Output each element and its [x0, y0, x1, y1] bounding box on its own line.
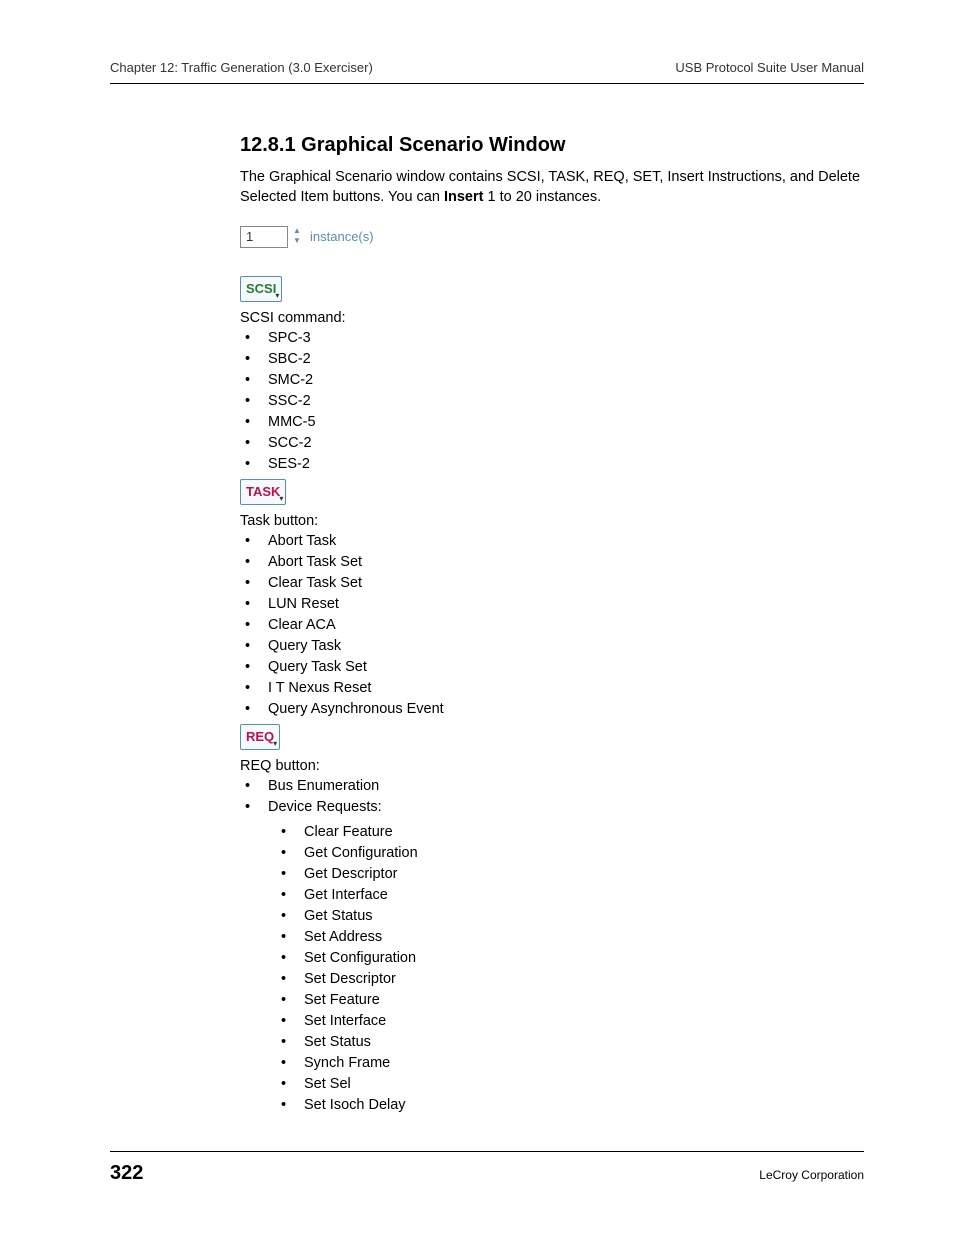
req-list: Bus Enumeration Device Requests:	[240, 776, 864, 818]
list-item: Get Descriptor	[276, 864, 864, 885]
list-item: Device Requests:	[240, 797, 864, 818]
list-item: Clear Task Set	[240, 573, 864, 594]
instance-spinner[interactable]: ▲ ▼	[290, 227, 304, 247]
task-list: Abort Task Abort Task Set Clear Task Set…	[240, 531, 864, 720]
scsi-list: SPC-3 SBC-2 SMC-2 SSC-2 MMC-5 SCC-2 SES-…	[240, 328, 864, 475]
intro-bold: Insert	[444, 189, 484, 205]
list-item: SES-2	[240, 454, 864, 475]
list-item: Abort Task Set	[240, 552, 864, 573]
page-footer: 322 LeCroy Corporation	[110, 1151, 864, 1185]
section-title: 12.8.1 Graphical Scenario Window	[240, 134, 864, 157]
dropdown-arrow-icon: ▾	[275, 291, 279, 300]
list-item: SPC-3	[240, 328, 864, 349]
corporation-name: LeCroy Corporation	[759, 1168, 864, 1182]
list-item: Get Status	[276, 906, 864, 927]
header-right: USB Protocol Suite User Manual	[675, 60, 864, 75]
intro-paragraph: The Graphical Scenario window contains S…	[240, 167, 864, 208]
list-item: Set Address	[276, 927, 864, 948]
header-left: Chapter 12: Traffic Generation (3.0 Exer…	[110, 60, 373, 75]
list-item: SMC-2	[240, 370, 864, 391]
list-item: Query Task Set	[240, 657, 864, 678]
list-item: Abort Task	[240, 531, 864, 552]
intro-text-2: 1 to 20 instances.	[483, 189, 601, 205]
list-item: Set Isoch Delay	[276, 1095, 864, 1116]
req-sublist: Clear Feature Get Configuration Get Desc…	[276, 822, 864, 1116]
list-item: Get Configuration	[276, 843, 864, 864]
spinner-down-icon[interactable]: ▼	[290, 237, 304, 247]
scsi-button-label: SCSI	[246, 281, 276, 296]
task-button[interactable]: TASK ▾	[240, 479, 286, 505]
list-item: Clear ACA	[240, 615, 864, 636]
list-item: Bus Enumeration	[240, 776, 864, 797]
list-item: MMC-5	[240, 412, 864, 433]
instance-input[interactable]: 1	[240, 226, 288, 248]
list-item: SBC-2	[240, 349, 864, 370]
list-item: Query Task	[240, 636, 864, 657]
list-item: Get Interface	[276, 885, 864, 906]
req-button[interactable]: REQ ▾	[240, 724, 280, 750]
list-item: Set Descriptor	[276, 969, 864, 990]
task-label: Task button:	[240, 513, 864, 529]
list-item: Set Feature	[276, 990, 864, 1011]
list-item: Set Sel	[276, 1074, 864, 1095]
list-item: Set Status	[276, 1032, 864, 1053]
list-item: Set Interface	[276, 1011, 864, 1032]
list-item: LUN Reset	[240, 594, 864, 615]
scsi-label: SCSI command:	[240, 310, 864, 326]
dropdown-arrow-icon: ▾	[273, 739, 277, 748]
req-button-label: REQ	[246, 729, 274, 744]
instance-control: 1 ▲ ▼ instance(s)	[240, 226, 374, 248]
list-item: Clear Feature	[276, 822, 864, 843]
page-header: Chapter 12: Traffic Generation (3.0 Exer…	[110, 60, 864, 84]
list-item: Query Asynchronous Event	[240, 699, 864, 720]
list-item: SSC-2	[240, 391, 864, 412]
req-label: REQ button:	[240, 758, 864, 774]
list-item: Synch Frame	[276, 1053, 864, 1074]
list-item: Set Configuration	[276, 948, 864, 969]
task-button-label: TASK	[246, 484, 280, 499]
dropdown-arrow-icon: ▾	[279, 494, 283, 503]
page-number: 322	[110, 1162, 143, 1185]
instance-label: instance(s)	[310, 229, 374, 244]
main-content: 12.8.1 Graphical Scenario Window The Gra…	[240, 134, 864, 1116]
scsi-button[interactable]: SCSI ▾	[240, 276, 282, 302]
list-item: I T Nexus Reset	[240, 678, 864, 699]
list-item: SCC-2	[240, 433, 864, 454]
